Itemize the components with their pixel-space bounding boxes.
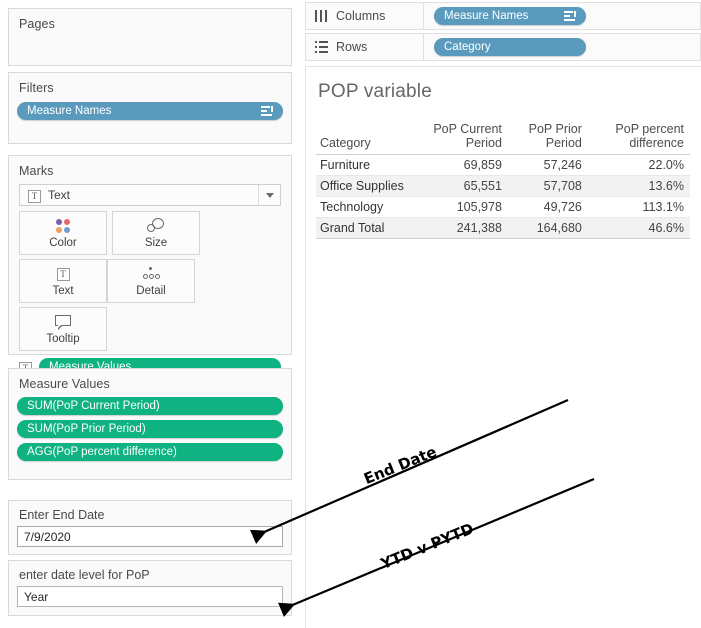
- sort-icon[interactable]: [564, 11, 576, 21]
- rows-shelf[interactable]: Rows Category: [305, 33, 701, 61]
- columns-pill-measure-names[interactable]: Measure Names: [434, 7, 586, 25]
- marks-button-detail-label: Detail: [136, 285, 166, 297]
- column-header-current-period[interactable]: PoP Current Period: [420, 121, 508, 155]
- filters-shelf-dropzone[interactable]: Measure Names: [9, 99, 291, 120]
- pages-card: Pages: [8, 8, 292, 66]
- row-category: Office Supplies: [316, 175, 420, 197]
- crosstab-body: Furniture 69,859 57,246 22.0% Office Sup…: [316, 154, 690, 239]
- measure-value-pill-prior-period[interactable]: SUM(PoP Prior Period): [17, 420, 283, 438]
- cell-prior-period: 49,726: [507, 196, 588, 218]
- marks-button-tooltip-label: Tooltip: [46, 333, 80, 345]
- filter-pill-label: Measure Names: [27, 105, 112, 117]
- table-row[interactable]: Furniture 69,859 57,246 22.0%: [316, 154, 690, 176]
- column-header-category[interactable]: Category: [316, 121, 420, 155]
- table-row[interactable]: Office Supplies 65,551 57,708 13.6%: [316, 175, 690, 197]
- rows-pill-category[interactable]: Category: [434, 38, 586, 56]
- filter-pill-measure-names[interactable]: Measure Names: [17, 102, 283, 120]
- table-row[interactable]: Technology 105,978 49,726 113.1%: [316, 196, 690, 218]
- measure-value-pill-percent-difference[interactable]: AGG(PoP percent difference): [17, 443, 283, 461]
- column-header-percent-difference[interactable]: PoP percent difference: [587, 121, 690, 155]
- cell-prior-period: 57,246: [507, 154, 588, 176]
- cell-current-period: 105,978: [420, 196, 508, 218]
- marks-title: Marks: [19, 164, 54, 178]
- cell-current-period: 241,388: [420, 217, 508, 239]
- color-palette-icon: [55, 217, 71, 235]
- mark-type-dropdown[interactable]: T Text: [19, 184, 281, 206]
- date-level-value: Year: [24, 589, 49, 604]
- pages-title: Pages: [19, 17, 55, 31]
- date-level-input[interactable]: Year: [17, 586, 283, 607]
- columns-shelf-label: Columns: [336, 9, 386, 23]
- page-title: POP variable: [318, 81, 432, 102]
- marks-button-color[interactable]: Color: [19, 211, 107, 255]
- marks-button-color-label: Color: [49, 237, 77, 249]
- columns-pill-label: Measure Names: [444, 10, 529, 22]
- row-category: Furniture: [316, 154, 420, 176]
- measure-values-list: SUM(PoP Current Period) SUM(PoP Prior Pe…: [9, 395, 291, 461]
- measure-value-label: AGG(PoP percent difference): [27, 446, 177, 458]
- rows-icon: [315, 41, 328, 53]
- text-label-icon: T: [56, 265, 70, 283]
- marks-button-tooltip[interactable]: Tooltip: [19, 307, 107, 351]
- cell-current-period: 65,551: [420, 175, 508, 197]
- parameter-card-date-level: enter date level for PoP Year: [8, 560, 292, 616]
- columns-shelf-dropzone[interactable]: Measure Names: [424, 3, 700, 29]
- tableau-worksheet: Pages Filters Measure Names Marks T Text: [0, 0, 701, 628]
- marks-button-text-label: Text: [52, 285, 74, 297]
- marks-card: Marks T Text Color Size T Text Detail To…: [8, 155, 292, 376]
- measure-values-title: Measure Values: [19, 377, 110, 391]
- measure-value-pill-current-period[interactable]: SUM(PoP Current Period): [17, 397, 283, 415]
- left-shelf-panel: Pages Filters Measure Names Marks T Text: [0, 0, 300, 628]
- cell-percent-difference: 13.6%: [587, 175, 690, 197]
- cell-current-period: 69,859: [420, 154, 508, 176]
- cell-percent-difference: 22.0%: [587, 154, 690, 176]
- columns-shelf-header: Columns: [306, 3, 424, 29]
- end-date-input[interactable]: 7/9/2020: [17, 526, 283, 547]
- columns-icon: [315, 10, 328, 22]
- row-category: Technology: [316, 196, 420, 218]
- tooltip-bubble-icon: [54, 313, 72, 331]
- rows-shelf-label: Rows: [336, 40, 368, 54]
- text-mark-icon: T: [28, 188, 41, 203]
- rows-pill-label: Category: [444, 41, 491, 53]
- table-row-grand-total[interactable]: Grand Total 241,388 164,680 46.6%: [316, 217, 690, 239]
- filters-card: Filters Measure Names: [8, 72, 292, 144]
- measure-value-label: SUM(PoP Prior Period): [27, 423, 146, 435]
- cell-percent-difference: 113.1%: [587, 196, 690, 218]
- marks-button-detail[interactable]: Detail: [107, 259, 195, 303]
- end-date-value: 7/9/2020: [24, 529, 71, 544]
- chevron-down-icon[interactable]: [258, 185, 280, 205]
- detail-dots-icon: [142, 265, 160, 283]
- row-category: Grand Total: [316, 217, 420, 239]
- sort-icon[interactable]: [261, 106, 273, 116]
- mark-type-value: Text: [48, 188, 71, 202]
- viz-area: Columns Measure Names Rows Category POP: [305, 0, 701, 628]
- cell-prior-period: 164,680: [507, 217, 588, 239]
- marks-button-size-label: Size: [144, 237, 168, 249]
- table-header-row: Category PoP Current Period PoP Prior Pe…: [316, 121, 690, 155]
- cell-percent-difference: 46.6%: [587, 217, 690, 239]
- crosstab-table: Category PoP Current Period PoP Prior Pe…: [316, 121, 690, 239]
- column-header-prior-period[interactable]: PoP Prior Period: [507, 121, 588, 155]
- parameter-label-date-level: enter date level for PoP: [19, 568, 150, 582]
- worksheet-canvas[interactable]: POP variable Category PoP Current Period…: [305, 66, 701, 628]
- marks-buttons-group: Color Size T Text Detail Tooltip: [19, 211, 281, 355]
- rows-shelf-header: Rows: [306, 34, 424, 60]
- columns-shelf[interactable]: Columns Measure Names: [305, 2, 701, 30]
- filters-title: Filters: [19, 81, 54, 95]
- measure-value-label: SUM(PoP Current Period): [27, 400, 160, 412]
- size-circles-icon: [147, 217, 165, 235]
- cell-prior-period: 57,708: [507, 175, 588, 197]
- measure-values-card: Measure Values SUM(PoP Current Period) S…: [8, 368, 292, 480]
- parameter-card-end-date: Enter End Date 7/9/2020: [8, 500, 292, 555]
- parameter-label-end-date: Enter End Date: [19, 508, 105, 522]
- marks-button-size[interactable]: Size: [112, 211, 200, 255]
- marks-button-text[interactable]: T Text: [19, 259, 107, 303]
- rows-shelf-dropzone[interactable]: Category: [424, 34, 700, 60]
